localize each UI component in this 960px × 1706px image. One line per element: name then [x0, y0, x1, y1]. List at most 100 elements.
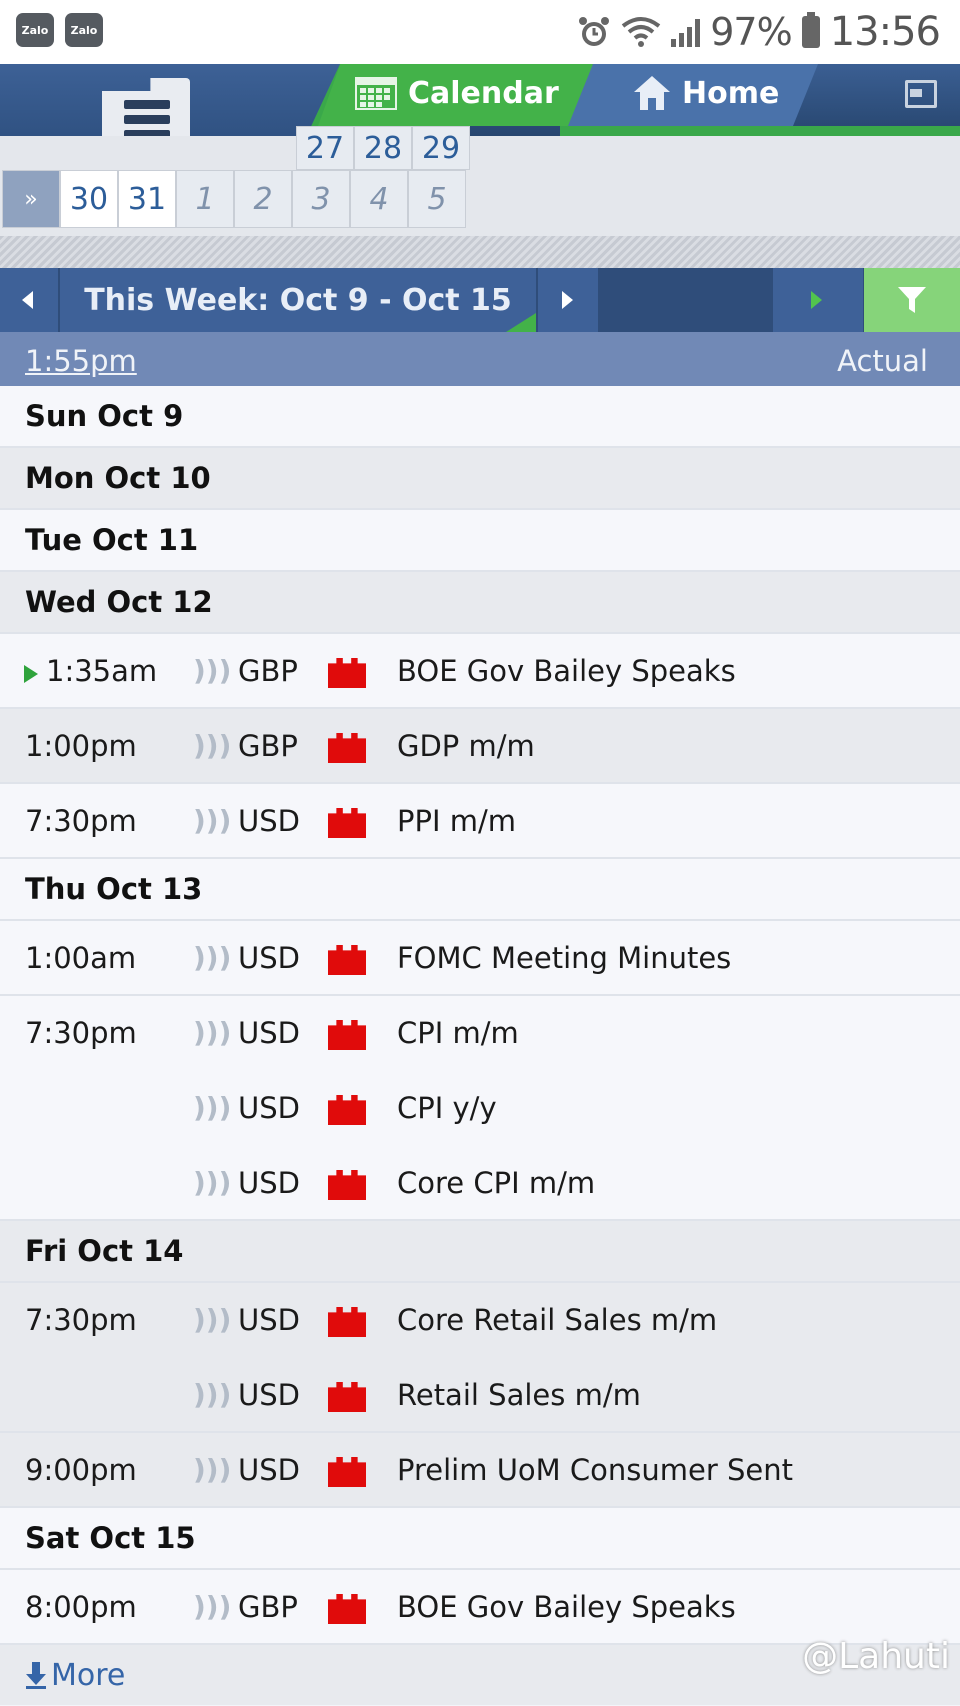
sound-icon: ))) [193, 941, 232, 974]
event-time: 7:30pm [25, 1016, 137, 1050]
high-impact-icon [328, 1095, 366, 1125]
calendar-day[interactable]: 28 [354, 126, 412, 170]
event-currency: USD [238, 1016, 300, 1050]
more-label: More [51, 1657, 126, 1693]
table-row[interactable]: ))) USD Retail Sales m/m [0, 1358, 960, 1433]
high-impact-icon [328, 1020, 366, 1050]
sound-icon: ))) [193, 1378, 232, 1411]
table-row[interactable]: 7:30pm ))) USD CPI m/m [0, 996, 960, 1071]
event-name: FOMC Meeting Minutes [397, 941, 732, 975]
event-time: 1:00pm [25, 729, 137, 763]
event-currency: USD [238, 1378, 300, 1412]
actual-column-label: Actual [837, 344, 928, 378]
sound-icon: ))) [193, 1091, 232, 1124]
menu-icon [124, 100, 170, 109]
day-header: Sat Oct 15 [0, 1508, 960, 1570]
event-time: 1:00am [25, 941, 137, 975]
divider [0, 236, 960, 268]
zalo-app-icon: Zalo [65, 13, 103, 47]
current-event-icon [24, 665, 38, 683]
day-header: Mon Oct 10 [0, 448, 960, 510]
current-time-link[interactable]: 1:55pm [25, 344, 137, 378]
table-row[interactable]: 8:00pm ))) GBP BOE Gov Bailey Speaks [0, 1570, 960, 1645]
battery-icon [801, 12, 820, 48]
filter-button[interactable] [864, 268, 960, 332]
clock: 13:56 [829, 9, 941, 55]
sound-icon: ))) [193, 1166, 232, 1199]
tab-home-label: Home [682, 76, 780, 111]
table-row[interactable]: 1:00am ))) USD FOMC Meeting Minutes [0, 921, 960, 996]
table-row[interactable]: 7:30pm ))) USD Core Retail Sales m/m [0, 1283, 960, 1358]
event-time: 7:30pm [25, 1303, 137, 1337]
day-header: Wed Oct 12 [0, 572, 960, 634]
event-name: CPI m/m [397, 1016, 519, 1050]
event-currency: USD [238, 804, 300, 838]
sound-icon: ))) [193, 729, 232, 762]
calendar-day[interactable]: 31 [118, 170, 176, 228]
high-impact-icon [328, 808, 366, 838]
event-currency: USD [238, 1166, 300, 1200]
event-name: CPI y/y [397, 1091, 497, 1125]
calendar-day[interactable]: 27 [296, 126, 354, 170]
event-currency: USD [238, 1091, 300, 1125]
high-impact-icon [328, 1307, 366, 1337]
tab-calendar-label: Calendar [408, 76, 559, 111]
calendar-icon [355, 77, 397, 110]
wifi-icon [622, 17, 661, 47]
event-name: Retail Sales m/m [397, 1378, 641, 1412]
expand-calendar-button[interactable]: » [2, 170, 60, 228]
event-name: Core CPI m/m [397, 1166, 596, 1200]
calendar-day[interactable]: 5 [408, 170, 466, 228]
table-row[interactable]: 7:30pm ))) USD PPI m/m [0, 784, 960, 859]
sound-icon: ))) [193, 1453, 232, 1486]
event-currency: USD [238, 1303, 300, 1337]
event-list: Sun Oct 9 Mon Oct 10 Tue Oct 11 Wed Oct … [0, 386, 960, 1705]
menu-icon [124, 115, 170, 124]
calendar-day[interactable]: 29 [412, 126, 470, 170]
previous-week-button[interactable] [0, 268, 58, 332]
event-name: BOE Gov Bailey Speaks [397, 1590, 736, 1624]
event-time: 8:00pm [25, 1590, 137, 1624]
event-time: 1:35am [46, 654, 158, 688]
high-impact-icon [328, 1382, 366, 1412]
signal-icon [671, 17, 701, 47]
calendar-day[interactable]: 30 [60, 170, 118, 228]
calendar-day[interactable]: 3 [292, 170, 350, 228]
table-row[interactable]: ))) USD Core CPI m/m [0, 1146, 960, 1221]
high-impact-icon [328, 945, 366, 975]
high-impact-icon [328, 733, 366, 763]
table-row[interactable]: 1:35am ))) GBP BOE Gov Bailey Speaks [0, 634, 960, 709]
home-icon [634, 76, 670, 110]
calendar-day[interactable]: 2 [234, 170, 292, 228]
event-name: PPI m/m [397, 804, 517, 838]
calendar-day[interactable]: 4 [350, 170, 408, 228]
sound-icon: ))) [193, 1016, 232, 1049]
event-name: Prelim UoM Consumer Sent [397, 1453, 793, 1487]
day-header: Sun Oct 9 [0, 386, 960, 448]
text-fade [800, 1433, 960, 1506]
sound-icon: ))) [193, 654, 232, 687]
event-currency: USD [238, 1453, 300, 1487]
zalo-app-icon: Zalo [16, 13, 54, 47]
column-header: 1:55pm Actual [0, 332, 960, 386]
table-row[interactable]: ))) USD CPI y/y [0, 1071, 960, 1146]
battery-percent: 97% [710, 10, 792, 54]
sound-icon: ))) [193, 804, 232, 837]
play-icon [811, 291, 822, 309]
event-time: 7:30pm [25, 804, 137, 838]
week-title[interactable]: This Week: Oct 9 - Oct 15 [60, 268, 536, 332]
day-header: Thu Oct 13 [0, 859, 960, 921]
calendar-day[interactable]: 1 [176, 170, 234, 228]
jump-to-now-button[interactable] [773, 268, 863, 332]
table-row[interactable]: 9:00pm ))) USD Prelim UoM Consumer Sent [0, 1433, 960, 1508]
high-impact-icon [328, 1457, 366, 1487]
event-name: BOE Gov Bailey Speaks [397, 654, 736, 688]
next-week-button[interactable] [538, 268, 598, 332]
table-row[interactable]: 1:00pm ))) GBP GDP m/m [0, 709, 960, 784]
event-currency: GBP [238, 1590, 298, 1624]
sound-icon: ))) [193, 1590, 232, 1623]
exit-icon[interactable] [905, 80, 937, 108]
high-impact-icon [328, 658, 366, 688]
event-name: Core Retail Sales m/m [397, 1303, 718, 1337]
sound-icon: ))) [193, 1303, 232, 1336]
